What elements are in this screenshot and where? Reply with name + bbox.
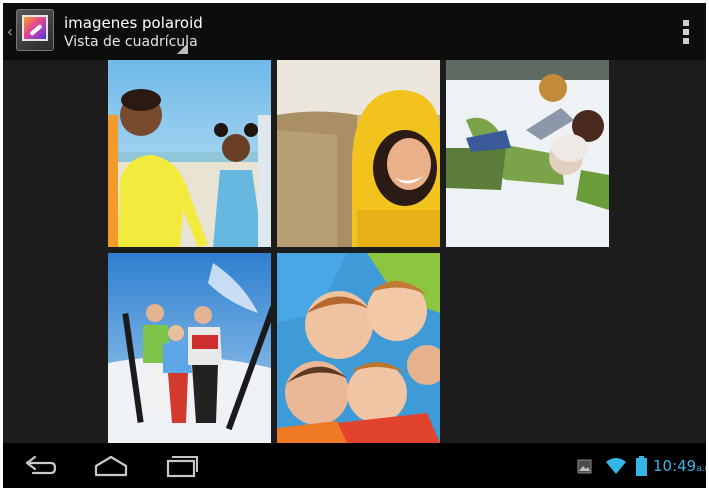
back-button-icon[interactable] — [23, 453, 57, 479]
system-bar: 10:49a.m. — [3, 443, 706, 488]
overflow-menu-icon[interactable] — [680, 18, 692, 46]
thumbnail-kids-beach[interactable] — [108, 60, 271, 247]
girl-yellow-hood-photo-icon — [277, 60, 440, 247]
battery-icon — [636, 456, 647, 476]
photo-grid — [3, 60, 706, 443]
action-bar: ‹ imagenes polaroid Vista de cuadrícula — [3, 3, 706, 60]
tablet-screen: ‹ imagenes polaroid Vista de cuadrícula — [3, 3, 706, 488]
gallery-app-icon[interactable] — [16, 9, 54, 51]
thumbnail-yellow-hood[interactable] — [277, 60, 440, 247]
gallery-notification-icon — [577, 459, 592, 474]
thumbnail-kids-snow[interactable] — [446, 60, 609, 247]
kids-beach-photo-icon — [108, 60, 271, 247]
album-title: imagenes polaroid — [64, 14, 203, 32]
kids-snow-photo-icon — [446, 60, 609, 247]
status-clock: 10:49a.m. — [653, 456, 706, 479]
home-button-icon[interactable] — [93, 453, 129, 479]
recent-apps-button-icon[interactable] — [165, 453, 199, 479]
kids-circle-photo-icon — [277, 253, 440, 443]
up-navigation-icon[interactable]: ‹ — [5, 22, 15, 42]
thumbnail-kids-circle[interactable] — [277, 253, 440, 443]
clock-ampm: a.m. — [696, 464, 706, 474]
spinner-arrow-icon[interactable] — [177, 43, 188, 54]
ski-family-photo-icon — [108, 253, 271, 443]
thumbnail-ski-family[interactable] — [108, 253, 271, 443]
wifi-icon — [606, 458, 626, 474]
clock-time: 10:49 — [653, 457, 697, 475]
